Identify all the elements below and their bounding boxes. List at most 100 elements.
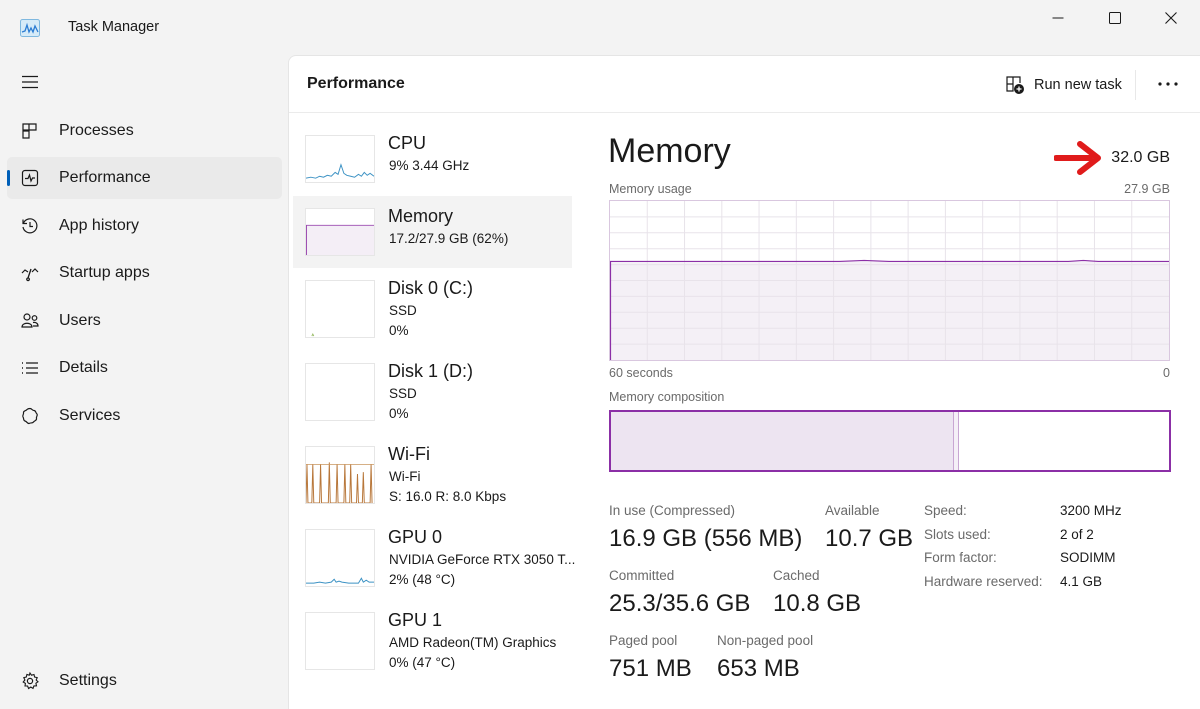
processes-icon bbox=[22, 123, 37, 139]
sidebar-item-label: Details bbox=[59, 359, 108, 376]
close-button[interactable] bbox=[1143, 0, 1199, 36]
device-name: CPU bbox=[388, 133, 427, 153]
maximize-button[interactable] bbox=[1087, 0, 1143, 36]
more-icon bbox=[1158, 82, 1178, 86]
page-title: Performance bbox=[307, 75, 405, 92]
startup-icon bbox=[21, 268, 39, 282]
usage-graph-label: Memory usage bbox=[609, 182, 692, 196]
title-bar: Task Manager bbox=[0, 0, 1200, 56]
page-header: Performance Run new task bbox=[289, 56, 1200, 113]
memory-composition-bar bbox=[609, 410, 1171, 472]
active-indicator bbox=[7, 170, 10, 186]
close-icon bbox=[1165, 12, 1177, 24]
device-stat: 0% bbox=[389, 406, 409, 421]
sidebar-item-users[interactable]: Users bbox=[7, 300, 282, 342]
device-item-wifi[interactable]: Wi-Fi Wi-Fi S: 16.0 R: 8.0 Kbps bbox=[293, 434, 572, 506]
device-item-cpu[interactable]: CPU 9% 3.44 GHz bbox=[293, 123, 572, 195]
stat-paged-pool: 751 MB bbox=[609, 655, 692, 682]
wifi-thumbnail-graph bbox=[305, 446, 375, 504]
sidebar-item-services[interactable]: Services bbox=[7, 395, 282, 437]
device-item-gpu-0[interactable]: GPU 0 NVIDIA GeForce RTX 3050 T... 2% (4… bbox=[293, 517, 576, 589]
disk0-thumbnail-graph bbox=[305, 280, 375, 338]
composition-in-use bbox=[611, 412, 955, 470]
stat-available: 10.7 GB bbox=[825, 525, 914, 552]
detail-title: Memory bbox=[608, 132, 731, 170]
users-icon bbox=[21, 313, 39, 328]
composition-modified bbox=[954, 412, 959, 470]
device-name: GPU 0 bbox=[388, 527, 443, 547]
run-new-task-icon bbox=[1006, 76, 1024, 94]
header-divider bbox=[1135, 70, 1136, 100]
device-stat: 9% 3.44 GHz bbox=[389, 158, 470, 173]
usage-graph-max: 27.9 GB bbox=[1124, 182, 1170, 196]
history-icon bbox=[22, 218, 38, 234]
app-title: Task Manager bbox=[68, 19, 160, 35]
sidebar-item-label: Processes bbox=[59, 122, 134, 139]
device-stat: Wi-Fi bbox=[389, 469, 421, 484]
stat-label: Non-paged pool bbox=[717, 633, 814, 648]
total-memory: 32.0 GB bbox=[1111, 149, 1170, 166]
device-name: Wi-Fi bbox=[388, 444, 430, 464]
services-icon bbox=[22, 407, 38, 425]
minimize-icon bbox=[1052, 17, 1064, 19]
device-item-gpu-1[interactable]: GPU 1 AMD Radeon(TM) Graphics 0% (47 °C) bbox=[293, 600, 572, 672]
run-new-task-label: Run new task bbox=[1034, 77, 1122, 93]
hamburger-icon[interactable] bbox=[20, 72, 40, 92]
device-item-disk-0[interactable]: Disk 0 (C:) SSD 0% bbox=[293, 268, 572, 340]
sidebar-item-label: App history bbox=[59, 217, 140, 234]
sidebar-item-label: Users bbox=[59, 312, 101, 329]
sidebar-item-label: Startup apps bbox=[59, 264, 150, 281]
stat-label: Cached bbox=[773, 568, 820, 583]
memory-usage-graph bbox=[609, 200, 1170, 361]
disk1-thumbnail-graph bbox=[305, 363, 375, 421]
device-stat: AMD Radeon(TM) Graphics bbox=[389, 635, 557, 650]
stat-non-paged-pool: 653 MB bbox=[717, 655, 800, 682]
sidebar-item-details[interactable]: Details bbox=[7, 347, 282, 389]
device-stat: NVIDIA GeForce RTX 3050 T... bbox=[389, 552, 576, 567]
stat-label: Paged pool bbox=[609, 633, 678, 648]
stat-cached: 10.8 GB bbox=[773, 590, 862, 617]
stat-label: In use (Compressed) bbox=[609, 503, 736, 518]
sidebar-item-label: Services bbox=[59, 407, 121, 424]
memory-thumbnail-graph bbox=[305, 208, 375, 256]
prop-label: Speed: bbox=[924, 503, 967, 518]
performance-icon bbox=[21, 169, 39, 187]
task-manager-window: Task Manager Processes Performance App h… bbox=[0, 0, 1200, 709]
sidebar-item-startup-apps[interactable]: Startup apps bbox=[7, 252, 282, 294]
sidebar-item-app-history[interactable]: App history bbox=[7, 205, 282, 247]
maximize-icon bbox=[1109, 12, 1121, 24]
device-item-disk-1[interactable]: Disk 1 (D:) SSD 0% bbox=[293, 351, 572, 423]
sidebar-item-processes[interactable]: Processes bbox=[7, 110, 282, 152]
more-options-button[interactable] bbox=[1155, 74, 1181, 94]
main-panel: Performance Run new task CPU 9% 3.44 GHz… bbox=[288, 55, 1200, 709]
device-name: Memory bbox=[388, 206, 454, 226]
sidebar-item-label: Performance bbox=[59, 169, 151, 186]
sidebar-item-settings[interactable]: Settings bbox=[7, 660, 282, 702]
device-name: GPU 1 bbox=[388, 610, 443, 630]
device-stat: SSD bbox=[389, 386, 417, 401]
prop-speed: 3200 MHz bbox=[1060, 503, 1122, 518]
prop-form-factor: SODIMM bbox=[1060, 550, 1116, 565]
prop-label: Slots used: bbox=[924, 527, 991, 542]
device-name: Disk 0 (C:) bbox=[388, 278, 473, 298]
graph-time-right: 0 bbox=[1163, 366, 1170, 380]
composition-label: Memory composition bbox=[609, 390, 725, 404]
prop-label: Form factor: bbox=[924, 550, 997, 565]
prop-label: Hardware reserved: bbox=[924, 574, 1043, 589]
device-stat: 2% (48 °C) bbox=[389, 572, 456, 587]
gpu1-thumbnail-graph bbox=[305, 612, 375, 670]
stat-in-use: 16.9 GB (556 MB) bbox=[609, 525, 803, 552]
run-new-task-button[interactable]: Run new task bbox=[1005, 73, 1122, 97]
sidebar-item-performance[interactable]: Performance bbox=[7, 157, 282, 199]
details-icon bbox=[22, 362, 38, 374]
stat-label: Committed bbox=[609, 568, 675, 583]
gear-icon bbox=[22, 671, 39, 690]
device-name: Disk 1 (D:) bbox=[388, 361, 473, 381]
stat-committed: 25.3/35.6 GB bbox=[609, 590, 751, 617]
gpu0-thumbnail-graph bbox=[305, 529, 375, 587]
prop-hardware-reserved: 4.1 GB bbox=[1060, 574, 1103, 589]
device-item-memory[interactable]: Memory 17.2/27.9 GB (62%) bbox=[293, 196, 572, 268]
prop-slots-used: 2 of 2 bbox=[1060, 527, 1094, 542]
sidebar-item-label: Settings bbox=[59, 672, 117, 689]
minimize-button[interactable] bbox=[1030, 0, 1086, 36]
